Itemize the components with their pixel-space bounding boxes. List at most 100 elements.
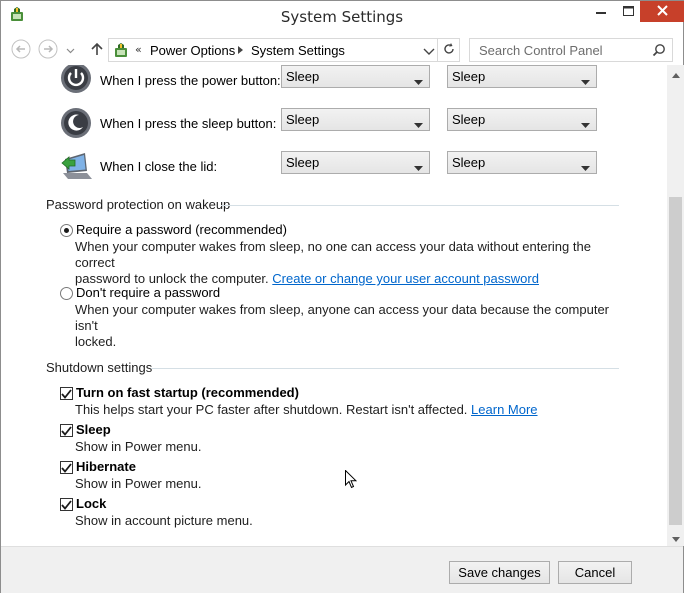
search-box[interactable] xyxy=(469,38,673,62)
back-arrow-icon xyxy=(11,39,31,62)
chevron-down-icon xyxy=(66,43,75,57)
save-changes-button[interactable]: Save changes xyxy=(449,561,550,584)
cancel-button[interactable]: Cancel xyxy=(558,561,632,584)
fast-startup-checkbox[interactable] xyxy=(60,387,73,400)
power-button-row: When I press the power button: Sleep Sle… xyxy=(1,65,661,101)
chevron-down-icon xyxy=(414,160,423,171)
window-title: System Settings xyxy=(280,8,404,26)
sleep-button-on-battery-select[interactable]: Sleep xyxy=(281,108,430,131)
no-password-description: When your computer wakes from sleep, any… xyxy=(75,302,615,350)
forward-button[interactable] xyxy=(38,39,58,62)
power-button-label: When I press the power button: xyxy=(100,73,281,88)
dialog-footer: Save changes Cancel xyxy=(1,546,683,593)
sleep-button-plugged-in-select[interactable]: Sleep xyxy=(447,108,597,131)
sleep-label[interactable]: Sleep xyxy=(76,422,111,437)
sleep-description: Show in Power menu. xyxy=(75,439,202,454)
close-icon xyxy=(657,4,668,19)
address-history-chevron-icon[interactable] xyxy=(423,45,435,55)
navigation-bar: « Power Options System Settings xyxy=(1,35,683,65)
sleep-button-label: When I press the sleep button: xyxy=(100,116,277,131)
lock-description: Show in account picture menu. xyxy=(75,513,253,528)
scroll-up-icon xyxy=(671,67,680,81)
power-button-on-battery-select[interactable]: Sleep xyxy=(281,65,430,88)
control-panel-icon xyxy=(113,42,130,59)
minimize-button[interactable] xyxy=(588,1,614,22)
fast-startup-label[interactable]: Turn on fast startup (recommended) xyxy=(76,385,299,400)
vertical-scrollbar[interactable] xyxy=(667,65,684,546)
fast-startup-description: This helps start your PC faster after sh… xyxy=(75,402,615,418)
no-password-desc-line1: When your computer wakes from sleep, any… xyxy=(75,302,610,333)
require-password-desc-line2: password to unlock the computer. xyxy=(75,271,269,286)
chevron-down-icon xyxy=(581,117,590,128)
password-section-title: Password protection on wakeup xyxy=(46,197,231,212)
power-button-icon xyxy=(59,65,93,95)
lid-close-plugged-in-select[interactable]: Sleep xyxy=(447,151,597,174)
scrollbar-thumb[interactable] xyxy=(669,197,682,525)
no-password-label[interactable]: Don't require a password xyxy=(76,285,220,300)
lid-close-label: When I close the lid: xyxy=(100,159,218,174)
mouse-cursor-icon xyxy=(345,469,358,489)
system-settings-window: System Settings « Power Options System S… xyxy=(0,0,684,593)
sleep-button-on-battery-value: Sleep xyxy=(286,112,320,127)
require-password-label[interactable]: Require a password (recommended) xyxy=(76,222,287,237)
scroll-down-button[interactable] xyxy=(667,529,684,546)
scroll-up-button[interactable] xyxy=(667,65,684,82)
power-button-plugged-in-value: Sleep xyxy=(452,69,486,84)
scroll-down-icon xyxy=(671,531,680,545)
close-button[interactable] xyxy=(640,1,684,22)
breadcrumb-power-options[interactable]: Power Options xyxy=(150,43,235,58)
require-password-description: When your computer wakes from sleep, no … xyxy=(75,239,615,287)
lid-close-on-battery-value: Sleep xyxy=(286,155,320,170)
sleep-button-plugged-in-value: Sleep xyxy=(452,112,486,127)
lid-close-row: When I close the lid: Sleep Sleep xyxy=(1,148,661,188)
address-bar[interactable]: « Power Options System Settings xyxy=(108,38,460,62)
lid-close-plugged-in-value: Sleep xyxy=(452,155,486,170)
back-button[interactable] xyxy=(11,39,31,62)
section-divider xyxy=(221,205,619,206)
refresh-icon xyxy=(442,42,456,59)
breadcrumb-system-settings[interactable]: System Settings xyxy=(251,43,345,58)
laptop-lid-icon xyxy=(59,149,93,183)
checkmark-icon xyxy=(61,462,72,473)
checkmark-icon xyxy=(61,499,72,510)
chevron-down-icon xyxy=(414,117,423,128)
power-button-plugged-in-select[interactable]: Sleep xyxy=(447,65,597,88)
maximize-button[interactable] xyxy=(615,1,641,22)
breadcrumb-overflow[interactable]: « xyxy=(135,43,142,56)
up-button[interactable] xyxy=(87,40,107,60)
shutdown-section-title: Shutdown settings xyxy=(46,360,153,375)
search-input[interactable] xyxy=(470,39,650,61)
settings-content: When I press the power button: Sleep Sle… xyxy=(1,65,667,546)
lid-close-on-battery-select[interactable]: Sleep xyxy=(281,151,430,174)
learn-more-link[interactable]: Learn More xyxy=(471,402,537,417)
lock-checkbox[interactable] xyxy=(60,498,73,511)
chevron-down-icon xyxy=(581,160,590,171)
no-password-radio[interactable] xyxy=(60,287,73,300)
recent-locations-button[interactable] xyxy=(62,40,78,60)
change-password-link[interactable]: Create or change your user account passw… xyxy=(272,271,539,286)
sleep-button-icon xyxy=(59,106,93,140)
title-bar[interactable]: System Settings xyxy=(1,1,684,31)
search-icon[interactable] xyxy=(652,43,666,57)
up-arrow-icon xyxy=(90,42,104,59)
checkmark-icon xyxy=(61,425,72,436)
chevron-down-icon xyxy=(581,74,590,85)
section-divider xyxy=(151,368,619,369)
hibernate-checkbox[interactable] xyxy=(60,461,73,474)
no-password-desc-line2: locked. xyxy=(75,334,117,349)
breadcrumb-separator-icon[interactable] xyxy=(235,43,245,57)
sleep-checkbox[interactable] xyxy=(60,424,73,437)
refresh-button[interactable] xyxy=(437,39,459,61)
maximize-icon xyxy=(622,5,634,19)
require-password-desc-line1: When your computer wakes from sleep, no … xyxy=(75,239,591,270)
forward-arrow-icon xyxy=(38,39,58,62)
hibernate-label[interactable]: Hibernate xyxy=(76,459,136,474)
minimize-icon xyxy=(596,5,606,19)
fast-startup-desc-text: This helps start your PC faster after sh… xyxy=(75,402,468,417)
require-password-radio[interactable] xyxy=(60,224,73,237)
power-button-on-battery-value: Sleep xyxy=(286,69,320,84)
sleep-button-row: When I press the sleep button: Sleep Sle… xyxy=(1,105,661,145)
chevron-down-icon xyxy=(414,74,423,85)
checkmark-icon xyxy=(61,388,72,399)
lock-label[interactable]: Lock xyxy=(76,496,106,511)
